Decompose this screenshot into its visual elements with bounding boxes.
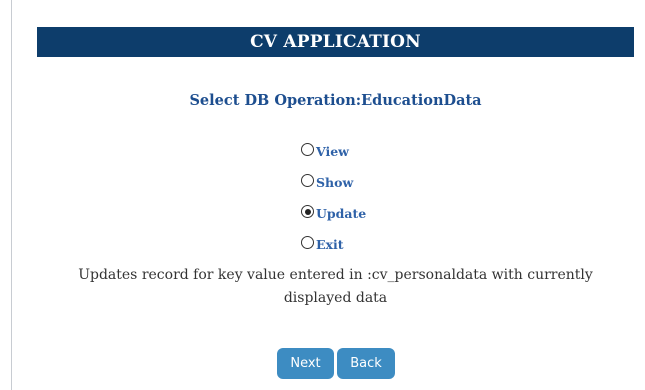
operation-heading: Select DB Operation:EducationData [189, 92, 482, 109]
action-buttons: Next Back [277, 348, 395, 379]
option-update-label[interactable]: Update [316, 206, 366, 221]
option-show-label[interactable]: Show [316, 175, 353, 190]
app-title-bar: CV APPLICATION [37, 27, 634, 57]
option-update[interactable]: Update [301, 196, 366, 227]
option-exit-label[interactable]: Exit [316, 237, 344, 252]
operation-radio-group: View Show Update Exit [301, 134, 366, 258]
page-left-border [11, 0, 12, 390]
operation-description: Updates record for key value entered in … [37, 264, 634, 310]
back-button[interactable]: Back [337, 348, 395, 379]
description-line-1: Updates record for key value entered in … [78, 267, 593, 283]
option-show[interactable]: Show [301, 165, 366, 196]
description-line-2: displayed data [283, 290, 388, 306]
radio-unselected-icon[interactable] [301, 143, 314, 156]
radio-unselected-icon[interactable] [301, 236, 314, 249]
radio-selected-icon[interactable] [301, 205, 314, 218]
app-title: CV APPLICATION [250, 32, 421, 52]
option-view[interactable]: View [301, 134, 366, 165]
option-view-label[interactable]: View [316, 144, 349, 159]
next-button[interactable]: Next [277, 348, 334, 379]
option-exit[interactable]: Exit [301, 227, 366, 258]
radio-unselected-icon[interactable] [301, 174, 314, 187]
